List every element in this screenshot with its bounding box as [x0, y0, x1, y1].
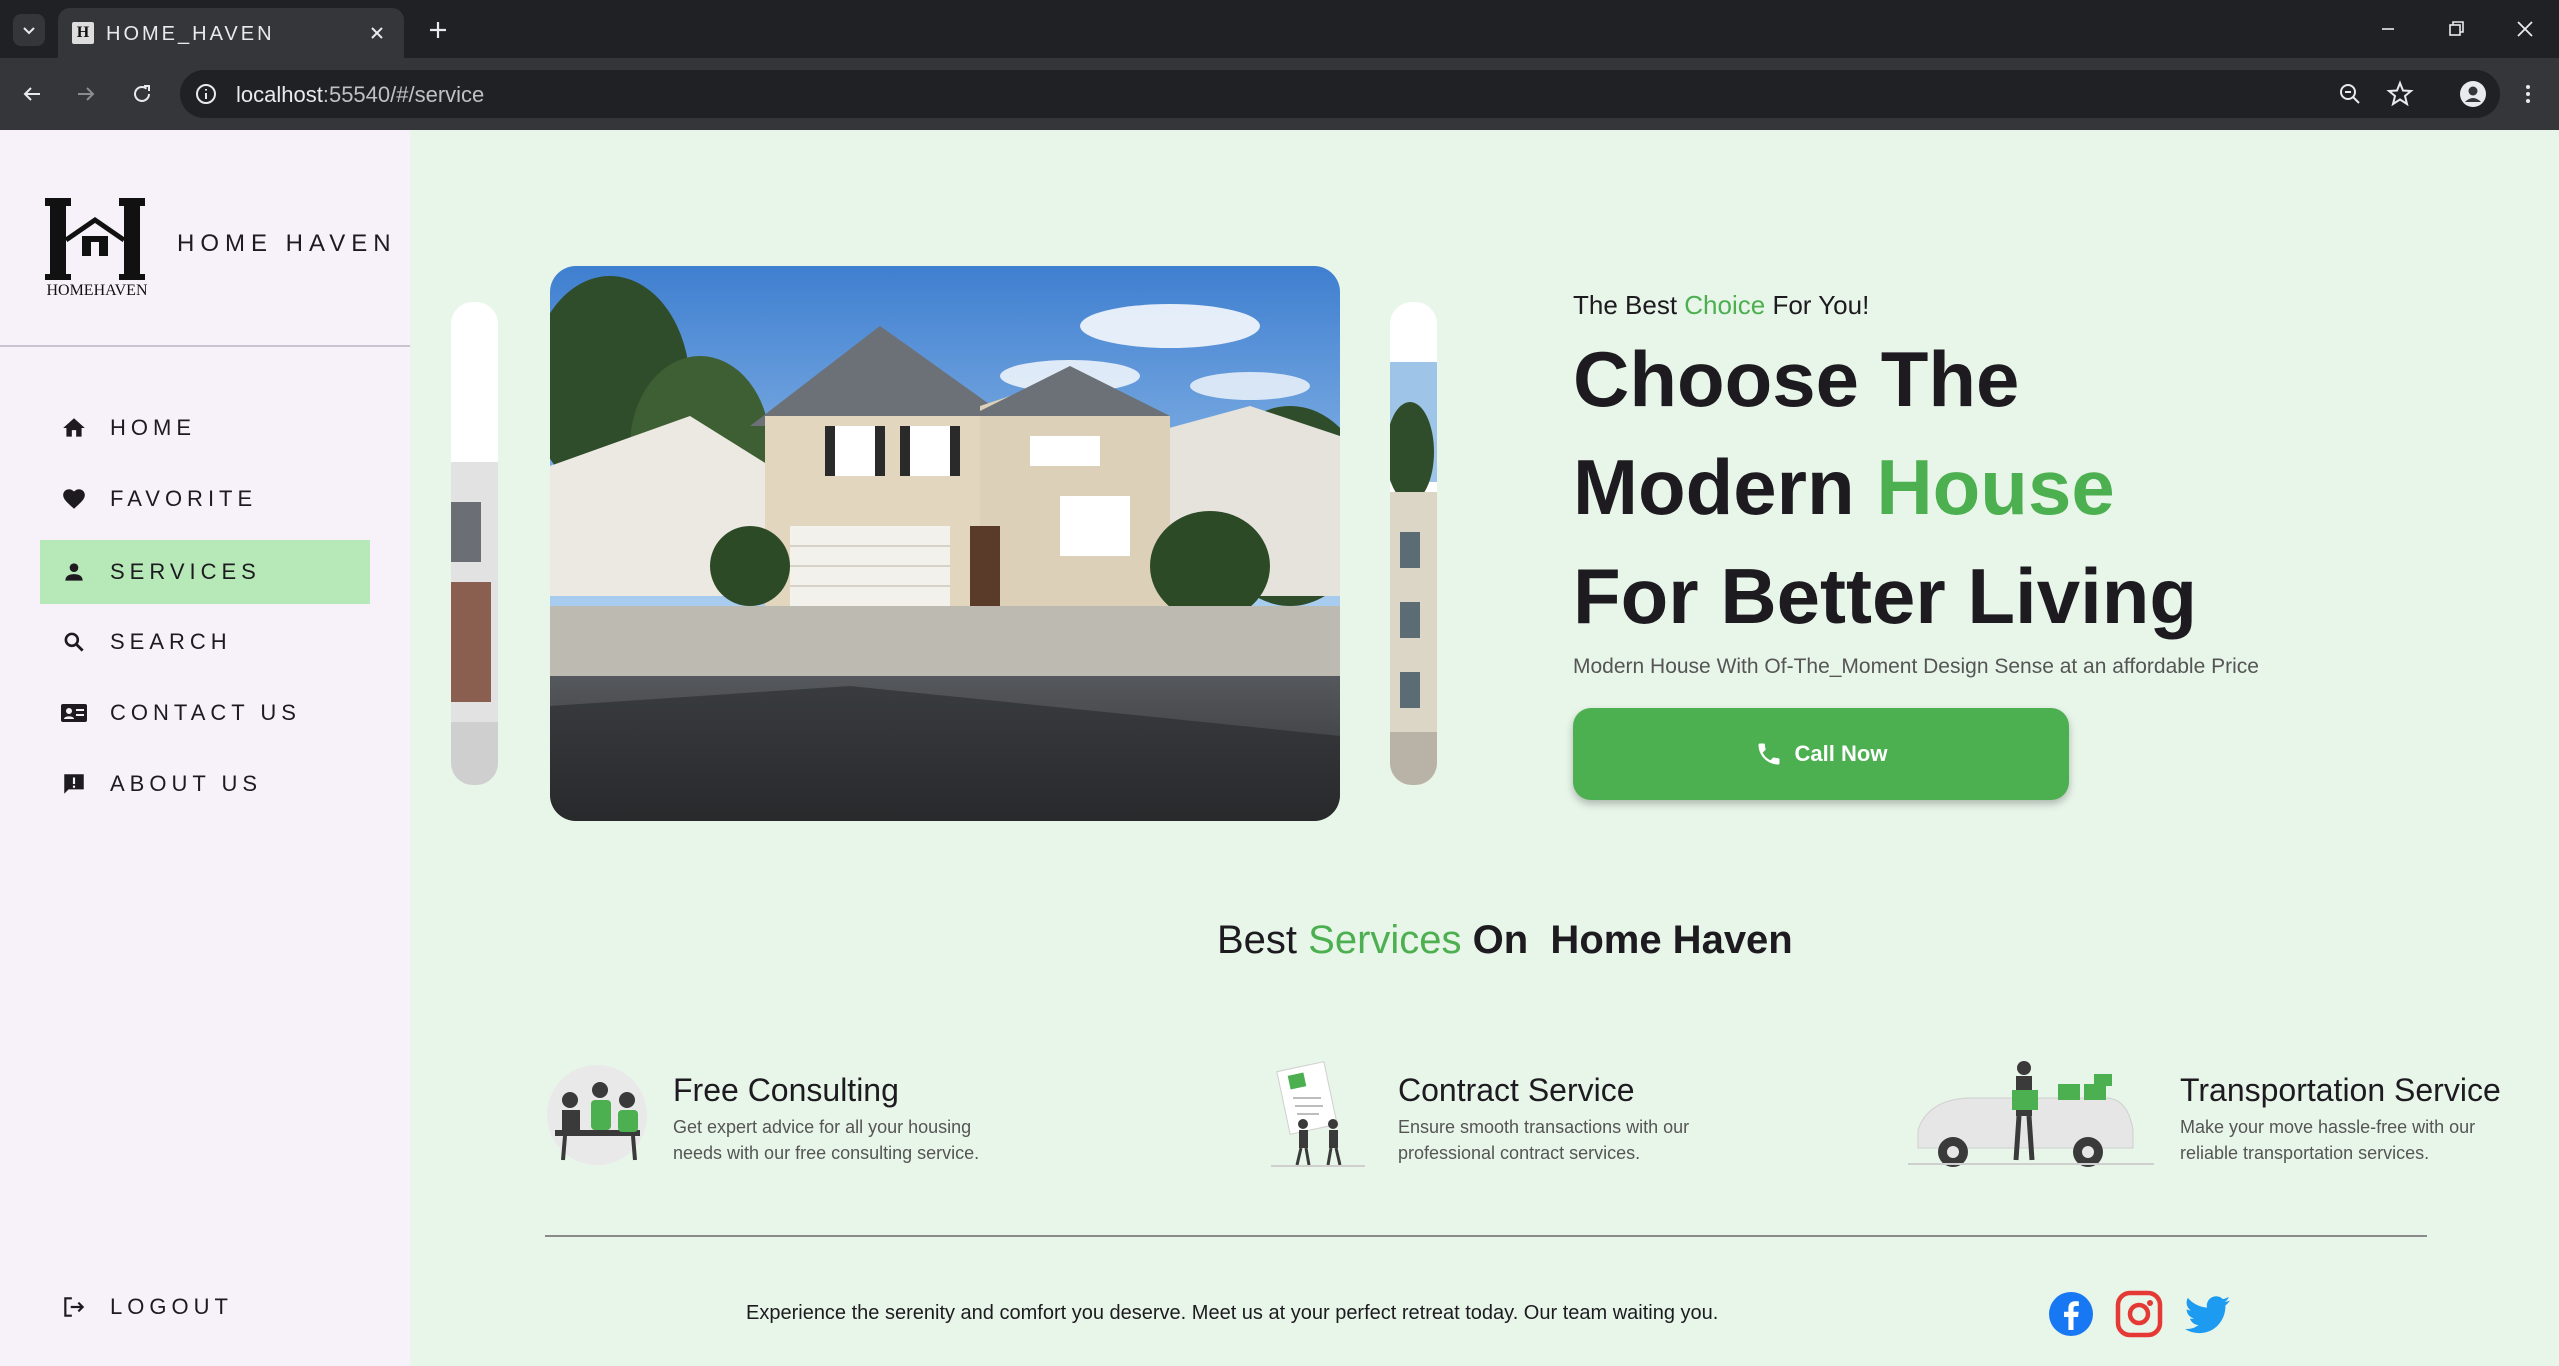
title-prefix: Best	[1217, 918, 1309, 962]
heart-icon	[63, 489, 85, 509]
sidebar-item-about-us[interactable]: ABOUT US	[40, 752, 370, 816]
profile-button[interactable]	[2455, 76, 2491, 112]
modern-house-photo	[550, 266, 1340, 821]
contact-card-icon	[61, 704, 87, 722]
contract-illustration-icon	[1271, 1061, 1365, 1167]
feedback-icon	[64, 774, 84, 794]
phone-icon	[1758, 743, 1780, 765]
service-description: Make your move hassle-free with our reli…	[2180, 1117, 2476, 1163]
home-haven-logo: HOMEHAVEN	[45, 198, 148, 299]
hero-heading-line-1: Choose The	[1573, 335, 2020, 423]
chevron-down-icon	[23, 27, 35, 35]
logo-text: HOMEHAVEN	[46, 282, 147, 299]
footer-divider	[545, 1235, 2427, 1237]
logout-button[interactable]: LOGOUT	[40, 1275, 370, 1339]
back-button[interactable]	[14, 76, 50, 112]
profile-icon	[2460, 81, 2486, 107]
call-now-button[interactable]: Call Now	[1573, 708, 2069, 800]
twitter-icon[interactable]	[2184, 1290, 2232, 1338]
brand-name: HOME HAVEN	[177, 230, 397, 257]
service-card-contract: Contract Service Ensure smooth transacti…	[1263, 1060, 1763, 1180]
search-icon	[64, 632, 84, 652]
heading-accent: House	[1876, 443, 2115, 531]
browser-toolbar: localhost:55540/#/service	[0, 58, 2559, 130]
heading-text: Modern	[1573, 443, 1877, 531]
title-suffix: On Home Haven	[1461, 918, 1793, 962]
sidebar-item-label: FAVORITE	[110, 486, 258, 511]
facebook-icon[interactable]	[2047, 1290, 2095, 1338]
footer-message: Experience the serenity and comfort you …	[746, 1302, 1719, 1324]
service-title: Contract Service	[1398, 1072, 1635, 1108]
service-card-transportation: Transportation Service Make your move ha…	[1908, 1060, 2518, 1180]
minimize-icon[interactable]	[2368, 10, 2408, 48]
sidebar-item-services[interactable]: SERVICES	[40, 540, 370, 604]
sidebar-item-label: SEARCH	[110, 629, 232, 654]
browser-tab-strip: H HOME_HAVEN	[0, 0, 2559, 58]
browser-menu-button[interactable]	[2510, 76, 2546, 112]
service-title: Free Consulting	[673, 1072, 899, 1108]
hero-subtitle: Modern House With Of-The_Moment Design S…	[1573, 655, 2259, 678]
consulting-illustration-icon	[547, 1065, 647, 1165]
logout-icon	[64, 1297, 85, 1317]
person-icon	[65, 563, 83, 581]
sidebar: HOMEHAVEN HOME HAVEN HOME FAVORITE SERVI…	[0, 130, 410, 1366]
new-tab-plus-icon[interactable]	[422, 14, 454, 46]
sidebar-item-label: SERVICES	[110, 559, 261, 584]
carousel-prev-image[interactable]	[451, 302, 498, 785]
url-path: :55540/#/service	[322, 82, 485, 107]
zoom-icon[interactable]	[2336, 80, 2364, 108]
carousel-next-image[interactable]	[1390, 302, 1437, 785]
service-description: Ensure smooth transactions with our prof…	[1398, 1117, 1690, 1163]
home-icon	[63, 418, 85, 437]
house-image-partial	[1390, 302, 1437, 785]
sidebar-divider	[0, 345, 410, 347]
address-bar[interactable]: localhost:55540/#/service	[180, 70, 2500, 118]
window-close-icon[interactable]	[2505, 10, 2545, 48]
title-accent: Services	[1308, 918, 1462, 962]
forward-button[interactable]	[68, 76, 104, 112]
restore-icon[interactable]	[2436, 10, 2476, 48]
bookmark-star-icon[interactable]	[2386, 80, 2414, 108]
tagline-suffix: For You!	[1765, 290, 1870, 320]
tab-title: HOME_HAVEN	[106, 23, 275, 45]
url-host: localhost	[236, 82, 323, 107]
sidebar-item-label: HOME	[110, 415, 196, 440]
reload-icon	[134, 85, 150, 102]
tagline-prefix: The Best	[1573, 290, 1685, 320]
tab-favicon: H	[72, 22, 94, 44]
more-vertical-icon	[2526, 85, 2530, 103]
sidebar-item-home[interactable]: HOME	[40, 396, 370, 460]
arrow-right-icon	[78, 87, 95, 101]
tab-search-button[interactable]	[13, 14, 45, 46]
carousel-main-image[interactable]	[550, 266, 1340, 821]
transportation-illustration-icon	[1908, 1061, 2154, 1167]
service-description: Get expert advice for all your housing n…	[673, 1117, 980, 1163]
reload-button[interactable]	[124, 76, 160, 112]
hero-tagline: The Best Choice For You!	[1573, 290, 1869, 321]
arrow-left-icon	[23, 87, 40, 101]
hero-heading-line-2: Modern House	[1573, 448, 2115, 526]
call-now-label: Call Now	[1794, 741, 1888, 766]
service-title: Transportation Service	[2180, 1072, 2501, 1108]
sidebar-item-contact-us[interactable]: CONTACT US	[40, 681, 370, 745]
service-card-free-consulting: Free Consulting Get expert advice for al…	[545, 1060, 1045, 1180]
sidebar-item-label: CONTACT US	[110, 700, 301, 725]
sidebar-item-search[interactable]: SEARCH	[40, 610, 370, 674]
close-icon[interactable]	[364, 20, 390, 46]
tagline-accent: Choice	[1684, 290, 1766, 320]
browser-tab[interactable]: H HOME_HAVEN	[58, 8, 404, 58]
site-info-icon[interactable]	[194, 82, 218, 106]
services-section-title: Best Services On Home Haven	[1217, 918, 1793, 963]
hero-heading-line-3: For Better Living	[1573, 552, 2198, 640]
sidebar-item-label: ABOUT US	[110, 771, 263, 796]
sidebar-item-favorite[interactable]: FAVORITE	[40, 467, 370, 531]
url-text: localhost:55540/#/service	[236, 82, 484, 108]
instagram-icon[interactable]	[2115, 1290, 2163, 1338]
logout-label: LOGOUT	[110, 1294, 233, 1319]
house-image-partial	[451, 302, 498, 785]
